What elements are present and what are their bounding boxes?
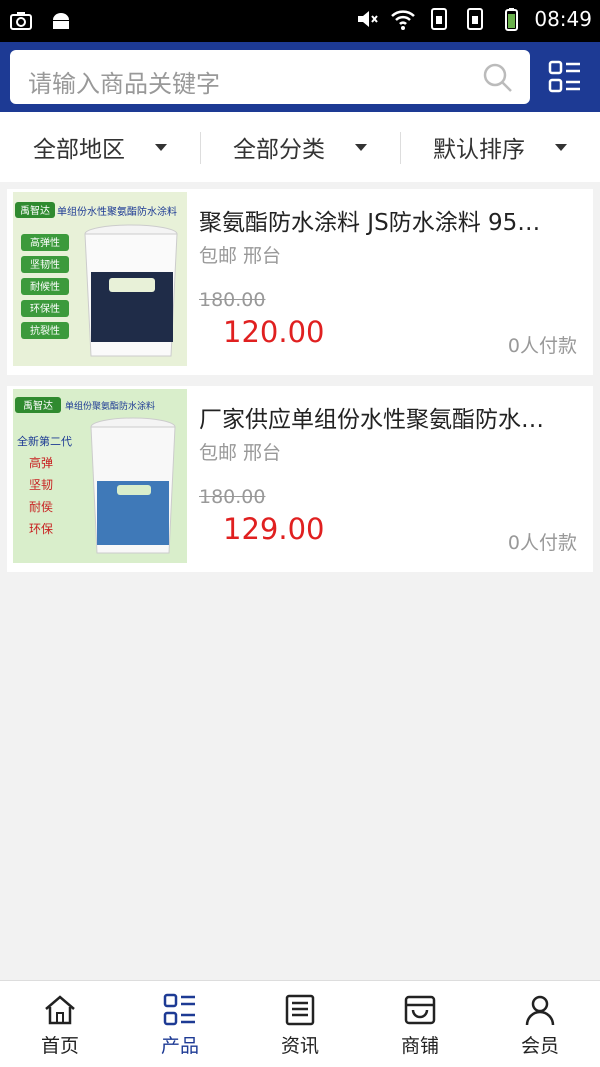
- feature-tag: 环保性: [30, 302, 60, 315]
- product-image: 禹智达 单组份聚氨酯防水涂料 全新第二代 高弹 坚韧 耐侯 环保: [13, 389, 187, 563]
- product-headline-text: 单组份水性聚氨酯防水涂料: [57, 205, 177, 218]
- search-placeholder: 请输入商品关键字: [28, 70, 220, 98]
- feature-tag: 高弹: [29, 455, 53, 470]
- feature-tag: 抗裂性: [30, 324, 60, 337]
- screenshot-icon: [10, 12, 32, 30]
- product-title[interactable]: 聚氨酯防水涂料 JS防水涂料 95…: [199, 203, 579, 237]
- feature-tag: 耐候性: [30, 280, 60, 293]
- product-brand-text: 禹智达: [23, 399, 53, 412]
- mute-icon: [358, 11, 379, 27]
- filter-region[interactable]: 全部地区: [0, 112, 200, 182]
- shop-icon: [404, 995, 436, 1025]
- feature-tag: 环保: [29, 522, 53, 536]
- battery-icon: [505, 8, 519, 31]
- search-icon[interactable]: [482, 62, 514, 94]
- wifi-icon: [391, 10, 416, 30]
- product-price: 120.00: [223, 315, 325, 349]
- header: 请输入商品关键字: [0, 42, 600, 112]
- feature-tags: 高弹性 坚韧性 耐候性 环保性 抗裂性: [21, 234, 69, 339]
- tab-shop[interactable]: 商铺: [360, 981, 480, 1067]
- bucket: [90, 417, 176, 554]
- feature-tag: 坚韧性: [30, 258, 60, 271]
- android-icon: [53, 13, 69, 29]
- feature-tag: 坚韧: [29, 478, 53, 492]
- product-brand-text: 禹智达: [20, 204, 50, 217]
- product-headline-text: 单组份聚氨酯防水涂料: [65, 400, 155, 412]
- status-bar: 08:49: [0, 0, 600, 42]
- product-meta: 包邮 邢台: [199, 245, 282, 267]
- filter-label: 默认排序: [433, 137, 525, 163]
- sim1-icon: [431, 8, 448, 30]
- tab-label: 会员: [520, 1035, 559, 1057]
- feature-tag: 高弹性: [30, 236, 60, 249]
- filter-bar: 全部地区 全部分类 默认排序: [0, 112, 600, 182]
- product-image: 禹智达 单组份水性聚氨酯防水涂料 高弹性 坚韧性 耐候性 环保性 抗裂性: [13, 192, 187, 366]
- product-paid-count: 0人付款: [507, 335, 577, 357]
- search-input[interactable]: 请输入商品关键字: [10, 50, 530, 104]
- bottom-tab-bar: 首页 产品 资讯 商铺 会员: [0, 980, 600, 1067]
- tab-label: 资讯: [280, 1035, 319, 1057]
- tab-label: 首页: [40, 1035, 79, 1057]
- tab-label: 产品: [160, 1035, 199, 1057]
- product-tag-text: 全新第二代: [17, 434, 72, 448]
- filter-category[interactable]: 全部分类: [200, 112, 400, 182]
- product-title[interactable]: 厂家供应单组份水性聚氨酯防水…: [199, 400, 579, 434]
- tab-products[interactable]: 产品: [120, 981, 240, 1067]
- feature-tag: 耐侯: [29, 500, 53, 514]
- product-meta: 包邮 邢台: [199, 442, 282, 464]
- product-old-price: 180.00: [199, 486, 266, 508]
- status-time: 08:49: [534, 7, 592, 31]
- list-icon: [163, 993, 195, 1026]
- product-paid-count: 0人付款: [507, 532, 577, 554]
- caret-down-icon: [355, 143, 367, 151]
- filter-label: 全部分类: [233, 137, 325, 163]
- product-card[interactable]: 禹智达 单组份水性聚氨酯防水涂料 高弹性 坚韧性 耐候性 环保性 抗裂性 聚氨酯…: [7, 189, 593, 375]
- tab-member[interactable]: 会员: [480, 981, 600, 1067]
- home-icon: [45, 995, 75, 1025]
- filter-label: 全部地区: [33, 137, 125, 163]
- bucket: [84, 224, 178, 357]
- tab-home[interactable]: 首页: [0, 981, 120, 1067]
- product-price: 129.00: [223, 512, 325, 546]
- tab-news[interactable]: 资讯: [240, 981, 360, 1067]
- filter-sort[interactable]: 默认排序: [400, 112, 600, 182]
- caret-down-icon: [555, 143, 567, 151]
- news-icon: [285, 994, 315, 1026]
- product-old-price: 180.00: [199, 289, 266, 311]
- tab-label: 商铺: [400, 1035, 439, 1057]
- caret-down-icon: [155, 143, 167, 151]
- product-card[interactable]: 禹智达 单组份聚氨酯防水涂料 全新第二代 高弹 坚韧 耐侯 环保 厂家供应单组份…: [7, 386, 593, 572]
- sim2-icon: [467, 8, 484, 30]
- category-menu-icon[interactable]: [548, 60, 582, 94]
- user-icon: [525, 995, 555, 1026]
